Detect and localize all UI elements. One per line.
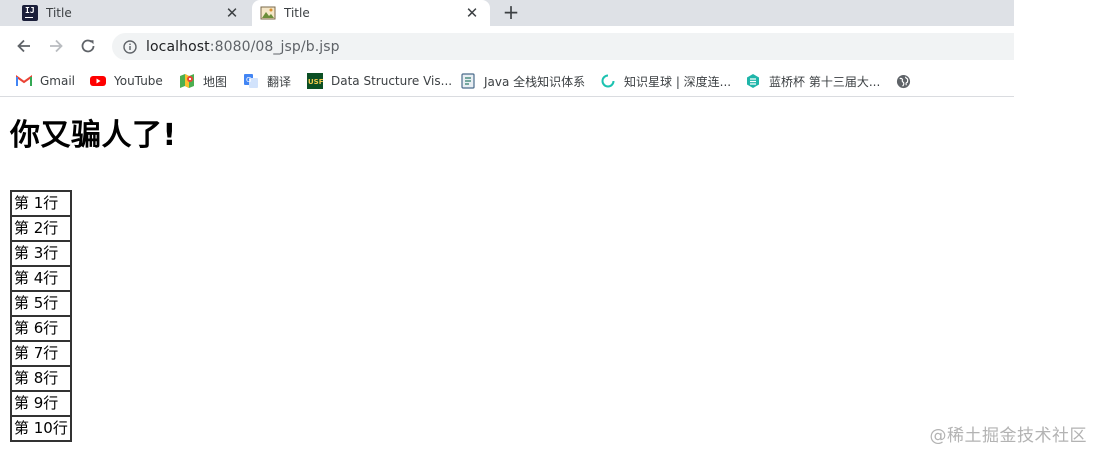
table-row: 第 10行 — [11, 416, 71, 441]
bookmark-gmail[interactable]: Gmail — [16, 71, 75, 91]
table-row: 第 1行 — [11, 191, 71, 216]
gmail-icon — [16, 73, 32, 89]
bookmark-globe[interactable] — [895, 71, 919, 91]
image-icon — [260, 5, 276, 21]
usf-icon: USF — [307, 73, 323, 89]
table-row: 第 8行 — [11, 366, 71, 391]
bookmark-label: 知识星球 | 深度连... — [624, 74, 732, 89]
bookmark-java[interactable]: Java 全栈知识体系 — [460, 71, 585, 91]
tab-strip: IJ Title ✕ Title ✕ + — [0, 0, 1014, 26]
table-cell: 第 10行 — [11, 416, 71, 441]
browser-chrome: IJ Title ✕ Title ✕ + localhost:8080/08_j… — [0, 0, 1014, 98]
table-cell: 第 7行 — [11, 341, 71, 366]
bookmarks-bar: Gmail YouTube 地图 G 翻译 USF Data Structure… — [0, 66, 1014, 97]
svg-text:USF: USF — [308, 78, 323, 86]
bookmark-data-structure[interactable]: USF Data Structure Vis... — [307, 71, 452, 91]
info-icon[interactable] — [122, 39, 138, 55]
table-cell: 第 2行 — [11, 216, 71, 241]
table-cell: 第 1行 — [11, 191, 71, 216]
arrow-right-icon — [50, 39, 63, 53]
table-row: 第 9行 — [11, 391, 71, 416]
url-host: localhost — [146, 38, 210, 55]
bookmark-label: Java 全栈知识体系 — [484, 74, 586, 89]
reload-icon — [81, 39, 95, 53]
bookmark-label: YouTube — [114, 74, 163, 88]
java-icon — [460, 73, 476, 89]
translate-icon: G — [243, 73, 259, 89]
table-cell: 第 5行 — [11, 291, 71, 316]
rows-table: 第 1行第 2行第 3行第 4行第 5行第 6行第 7行第 8行第 9行第 10… — [10, 190, 72, 442]
rows-body: 第 1行第 2行第 3行第 4行第 5行第 6行第 7行第 8行第 9行第 10… — [11, 191, 71, 441]
page-content: 你又骗人了! 第 1行第 2行第 3行第 4行第 5行第 6行第 7行第 8行第… — [0, 98, 1103, 462]
tab-1[interactable]: IJ Title ✕ — [8, 0, 250, 26]
close-icon[interactable]: ✕ — [464, 5, 480, 21]
forward-button[interactable] — [46, 36, 66, 56]
table-cell: 第 3行 — [11, 241, 71, 266]
globe-icon — [895, 73, 911, 89]
bookmark-label: 翻译 — [267, 74, 292, 89]
table-cell: 第 9行 — [11, 391, 71, 416]
bookmark-label: 地图 — [203, 74, 228, 89]
close-icon[interactable]: ✕ — [224, 5, 240, 21]
table-row: 第 4行 — [11, 266, 71, 291]
reload-button[interactable] — [78, 36, 98, 56]
bookmark-label: Data Structure Vis... — [331, 74, 453, 88]
new-tab-button[interactable]: + — [500, 2, 522, 24]
page-heading: 你又骗人了! — [10, 118, 177, 153]
table-row: 第 5行 — [11, 291, 71, 316]
arrow-left-icon — [17, 39, 30, 53]
bookmark-translate[interactable]: G 翻译 — [243, 71, 291, 91]
bookmark-label: 蓝桥杯 第十三届大... — [769, 74, 881, 89]
bookmark-youtube[interactable]: YouTube — [90, 71, 163, 91]
toolbar: localhost:8080/08_jsp/b.jsp — [0, 26, 1014, 66]
youtube-icon — [90, 73, 106, 89]
back-button[interactable] — [14, 36, 34, 56]
table-cell: 第 4行 — [11, 266, 71, 291]
table-row: 第 3行 — [11, 241, 71, 266]
url-text: localhost:8080/08_jsp/b.jsp — [146, 39, 340, 55]
table-cell: 第 8行 — [11, 366, 71, 391]
tab-title: Title — [46, 6, 72, 20]
bookmark-label: Gmail — [40, 74, 76, 88]
bookmark-lanqiao[interactable]: 蓝桥杯 第十三届大... — [745, 71, 880, 91]
tab-title: Title — [284, 6, 310, 20]
address-bar[interactable]: localhost:8080/08_jsp/b.jsp — [112, 33, 1014, 60]
lanqiao-icon — [745, 73, 761, 89]
svg-text:G: G — [246, 76, 251, 84]
url-path: :8080/08_jsp/b.jsp — [209, 38, 340, 55]
table-row: 第 2行 — [11, 216, 71, 241]
watermark: @稀土掘金技术社区 — [929, 426, 1087, 446]
bookmark-zsxq[interactable]: 知识星球 | 深度连... — [600, 71, 731, 91]
zsxq-icon — [600, 73, 616, 89]
maps-icon — [179, 73, 195, 89]
tab-2[interactable]: Title ✕ — [252, 0, 490, 26]
table-cell: 第 6行 — [11, 316, 71, 341]
table-row: 第 7行 — [11, 341, 71, 366]
table-row: 第 6行 — [11, 316, 71, 341]
bookmark-maps[interactable]: 地图 — [179, 71, 227, 91]
intellij-icon: IJ — [22, 5, 38, 21]
